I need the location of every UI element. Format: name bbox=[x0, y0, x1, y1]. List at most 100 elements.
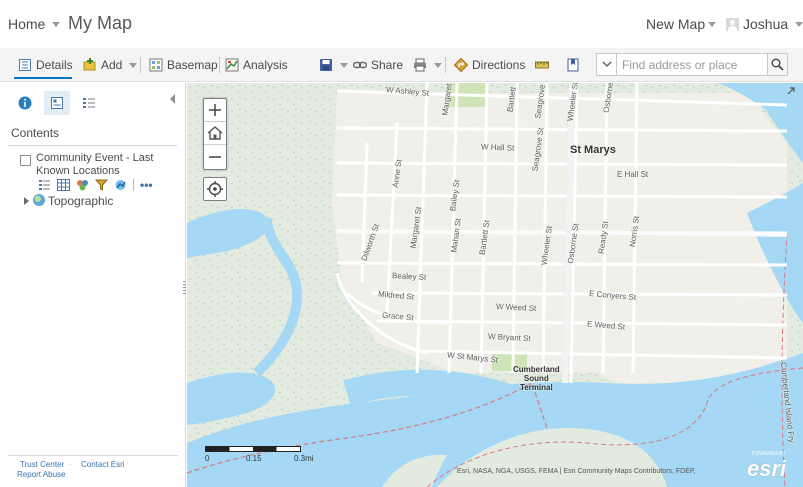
toolbar-divider bbox=[140, 57, 141, 73]
directions-button[interactable]: Directions bbox=[453, 56, 526, 74]
minus-icon bbox=[209, 155, 221, 158]
details-button[interactable]: Details bbox=[18, 56, 73, 74]
filter-icon[interactable] bbox=[94, 179, 109, 191]
details-icon bbox=[18, 58, 32, 72]
basemap-label: Basemap bbox=[167, 58, 218, 72]
tab-about[interactable] bbox=[12, 91, 38, 115]
more-options-icon[interactable]: ••• bbox=[140, 179, 153, 191]
map-view[interactable]: W Ashley St Margaret Bartlett Seagrove W… bbox=[187, 83, 803, 487]
terminal-label-line: Terminal bbox=[519, 383, 553, 392]
divider bbox=[133, 179, 134, 191]
analysis-label: Analysis bbox=[243, 58, 288, 72]
save-icon bbox=[319, 58, 333, 72]
esri-logo[interactable]: esri bbox=[747, 456, 786, 482]
street-label: W Hall St bbox=[480, 142, 515, 153]
show-legend-icon[interactable] bbox=[38, 179, 51, 191]
measure-icon bbox=[535, 58, 549, 72]
contents-heading: Contents bbox=[11, 126, 60, 140]
default-extent-button[interactable] bbox=[204, 122, 226, 145]
search-icon bbox=[771, 58, 784, 71]
expand-icon[interactable] bbox=[24, 197, 29, 205]
trust-center-link[interactable]: Trust Center bbox=[20, 460, 64, 469]
table-icon[interactable] bbox=[57, 179, 70, 191]
toolbar-divider bbox=[445, 57, 446, 73]
home-label: Home bbox=[8, 16, 46, 32]
analysis-button[interactable]: Analysis bbox=[225, 56, 288, 74]
contact-esri-link[interactable]: Contact Esri bbox=[81, 460, 125, 469]
contents-icon bbox=[51, 97, 63, 109]
layer-actions: ••• bbox=[38, 179, 153, 191]
city-label: St Marys bbox=[570, 144, 616, 156]
divider bbox=[8, 145, 177, 146]
save-button[interactable] bbox=[319, 56, 348, 74]
basemap-globe-icon bbox=[33, 194, 45, 206]
search-button[interactable] bbox=[767, 54, 787, 75]
chevron-down-icon bbox=[795, 21, 803, 27]
chevron-down-icon bbox=[602, 61, 611, 67]
chevron-down-icon bbox=[340, 62, 348, 68]
basemap-layer-name[interactable]: Topographic bbox=[48, 194, 113, 208]
terminal-label: Cumberland Sound Terminal bbox=[513, 365, 560, 392]
change-style-icon[interactable] bbox=[76, 179, 89, 191]
info-icon bbox=[18, 96, 32, 110]
locate-icon bbox=[207, 181, 223, 197]
new-map-label: New Map bbox=[646, 16, 706, 32]
details-label: Details bbox=[36, 58, 73, 72]
divider bbox=[8, 455, 178, 456]
directions-label: Directions bbox=[472, 58, 526, 72]
chevron-down-icon bbox=[434, 62, 442, 68]
map-attribution[interactable]: Esri, NASA, NGA, USGS, FEMA | Esri Commu… bbox=[457, 468, 696, 475]
chevron-down-icon bbox=[129, 62, 138, 68]
street-label: E Hall St bbox=[617, 170, 649, 179]
user-menu[interactable]: Joshua bbox=[726, 16, 803, 32]
share-button[interactable]: Share bbox=[352, 56, 404, 74]
details-active-indicator bbox=[14, 77, 72, 79]
bookmarks-button[interactable] bbox=[566, 56, 580, 74]
layer-visibility-checkbox[interactable] bbox=[20, 155, 31, 166]
plus-icon bbox=[209, 104, 221, 116]
home-icon bbox=[207, 126, 223, 140]
perform-analysis-icon[interactable] bbox=[114, 179, 127, 191]
legend-icon bbox=[83, 98, 95, 108]
new-map-menu[interactable]: New Map bbox=[646, 16, 717, 32]
basemap-button[interactable]: Basemap bbox=[149, 56, 218, 74]
add-layer-icon bbox=[83, 58, 97, 72]
scale-label: 0.15 bbox=[246, 454, 262, 463]
print-button[interactable] bbox=[413, 56, 442, 74]
panel-resize-handle[interactable] bbox=[183, 281, 186, 295]
add-button[interactable]: Add bbox=[83, 56, 138, 74]
zoom-controls bbox=[203, 98, 227, 170]
chevron-down-icon bbox=[708, 21, 717, 27]
scale-bar bbox=[205, 446, 301, 452]
scale-label: 0 bbox=[205, 454, 210, 463]
locate-button[interactable] bbox=[203, 177, 227, 201]
toolbar-divider bbox=[219, 57, 220, 73]
scale-label: 0.3mi bbox=[294, 454, 314, 463]
chevron-down-icon bbox=[52, 21, 61, 27]
terminal-label-line: Cumberland bbox=[513, 365, 560, 374]
search-input[interactable] bbox=[617, 54, 767, 75]
street-label: Bealey St bbox=[391, 271, 427, 282]
tab-contents[interactable] bbox=[44, 91, 70, 115]
contents-panel: Contents Community Event - Last Known Lo… bbox=[0, 83, 186, 487]
search-source-dropdown[interactable] bbox=[597, 54, 617, 75]
home-menu[interactable]: Home bbox=[8, 16, 61, 32]
tab-legend[interactable] bbox=[76, 91, 102, 115]
zoom-out-button[interactable] bbox=[204, 145, 226, 168]
link-icon bbox=[352, 58, 368, 72]
collapse-panel-icon[interactable] bbox=[170, 94, 175, 104]
zoom-in-button[interactable] bbox=[204, 99, 226, 122]
directions-icon bbox=[453, 57, 469, 73]
user-name: Joshua bbox=[743, 16, 789, 32]
share-label: Share bbox=[371, 58, 404, 72]
layer-name[interactable]: Community Event - Last Known Locations bbox=[36, 152, 176, 178]
report-abuse-link[interactable]: Report Abuse bbox=[17, 470, 65, 479]
search-box bbox=[596, 53, 788, 76]
separator-dot: · bbox=[69, 460, 72, 469]
expand-map-icon[interactable] bbox=[785, 85, 797, 97]
analysis-icon bbox=[225, 58, 239, 72]
bookmark-icon bbox=[566, 58, 580, 72]
measure-button[interactable] bbox=[535, 56, 549, 74]
terminal-label-line: Sound bbox=[523, 374, 549, 383]
map-title[interactable]: My Map bbox=[68, 13, 132, 34]
